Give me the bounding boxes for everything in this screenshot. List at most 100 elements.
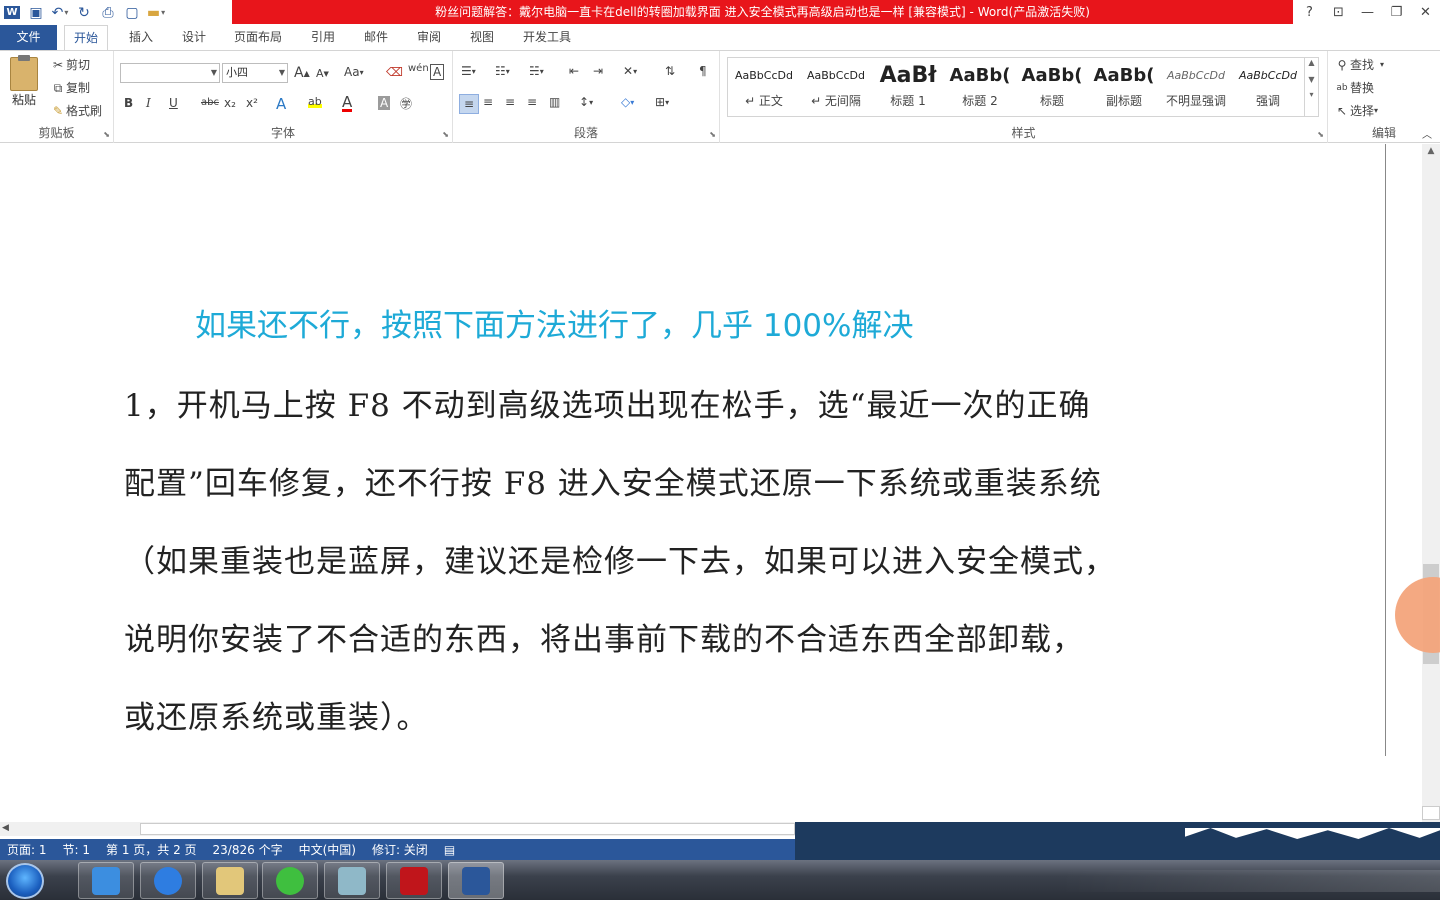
underline-button[interactable]: U (169, 96, 178, 110)
decrease-indent-icon[interactable]: ⇤ (569, 64, 579, 78)
styles-launcher-icon[interactable]: ⬊ (1317, 130, 1324, 139)
ribbon-display-button[interactable]: ⊡ (1324, 0, 1353, 24)
sort-icon[interactable]: ⇅ (665, 64, 675, 78)
style-subtle-emphasis[interactable]: AaBbCcDd 不明显强调 (1160, 58, 1232, 116)
strikethrough-button[interactable]: abc (201, 97, 219, 108)
tab-developer[interactable]: 开发工具 (514, 25, 580, 50)
font-name-combo[interactable]: ▼ (120, 63, 220, 83)
char-shading-button[interactable]: A (378, 96, 391, 110)
highlight-button[interactable]: ab (308, 95, 322, 108)
horizontal-scroll-thumb[interactable] (140, 823, 795, 835)
copy-button[interactable]: ⧉ 复制 (50, 79, 90, 96)
tab-insert[interactable]: 插入 (120, 25, 162, 50)
open-folder-icon[interactable]: ▬ ▾ (144, 2, 168, 24)
tab-page-layout[interactable]: 页面布局 (225, 25, 291, 50)
save-icon[interactable]: ▣ (24, 2, 48, 24)
grow-font-button[interactable]: A ▲ (294, 65, 310, 81)
char-border-button[interactable]: A (430, 64, 445, 80)
change-case-button[interactable]: Aa ▾ (344, 65, 364, 79)
phonetic-guide-button[interactable]: wén (408, 63, 429, 74)
show-marks-icon[interactable]: ¶ (699, 64, 707, 78)
minimize-button[interactable]: — (1353, 0, 1382, 24)
scroll-left-icon[interactable]: ◀ (2, 823, 9, 833)
style-title[interactable]: AaBb(标题 (1016, 58, 1088, 116)
print-preview-icon[interactable]: ⎙ (96, 2, 120, 24)
justify-icon[interactable]: ≡ (527, 95, 537, 109)
document-page[interactable]: 如果还不行，按照下面方法进行了，几乎 100%解决 1，开机马上按 F8 不动到… (0, 144, 1386, 822)
close-button[interactable]: ✕ (1411, 0, 1440, 24)
taskbar-notebook[interactable] (324, 862, 380, 899)
style-no-spacing[interactable]: AaBbCcDd ↵ 无间隔 (800, 58, 872, 116)
status-word-count[interactable]: 23/826 个字 (206, 841, 292, 858)
borders-icon[interactable]: ⊞ ▾ (655, 95, 669, 109)
italic-button[interactable]: I (146, 96, 151, 110)
paste-button[interactable]: 粘贴 (12, 91, 36, 108)
tab-file[interactable]: 文件 (0, 25, 57, 50)
taskbar-file-manager[interactable] (78, 862, 134, 899)
taskbar-sogou[interactable] (140, 862, 196, 899)
font-color-button[interactable]: A (342, 95, 353, 112)
superscript-button[interactable]: x² (246, 96, 258, 110)
tab-design[interactable]: 设计 (173, 25, 215, 50)
find-button[interactable]: ⚲ 查找 ▾ (1334, 56, 1384, 73)
status-track-changes[interactable]: 修订: 关闭 (365, 841, 437, 858)
chinese-layout-icon[interactable]: ✕ ▾ (623, 64, 637, 78)
tab-mailings[interactable]: 邮件 (355, 25, 397, 50)
status-pages[interactable]: 第 1 页，共 2 页 (99, 841, 206, 858)
style-heading-2[interactable]: AaBb(标题 2 (944, 58, 1016, 116)
clipboard-launcher-icon[interactable]: ⬊ (103, 130, 110, 139)
numbering-icon[interactable]: ☷ ▾ (495, 64, 510, 78)
taskbar-wechat[interactable] (262, 862, 318, 899)
style-emphasis[interactable]: AaBbCcDd 强调 (1232, 58, 1304, 116)
paragraph-launcher-icon[interactable]: ⬊ (709, 130, 716, 139)
distribute-icon[interactable]: ▥ (549, 95, 560, 109)
cut-button[interactable]: ✂ 剪切 (50, 56, 90, 73)
taskbar-explorer[interactable] (202, 862, 258, 899)
vertical-scrollbar[interactable]: ▲ (1422, 144, 1440, 822)
status-language[interactable]: 中文(中国) (292, 841, 365, 858)
more-icon[interactable]: ▾ (1305, 90, 1318, 99)
scroll-down-button[interactable] (1422, 806, 1440, 820)
redo-icon[interactable]: ↻ (72, 2, 96, 24)
styles-scroll[interactable]: ▲ ▼ ▾ (1304, 58, 1318, 116)
taskbar-autocad[interactable] (386, 862, 442, 899)
status-page[interactable]: 页面: 1 (0, 841, 56, 858)
word-app-icon[interactable]: W (0, 2, 24, 24)
format-painter-button[interactable]: ✎ 格式刷 (50, 102, 102, 119)
font-size-combo[interactable]: 小四 ▼ (222, 63, 288, 83)
new-document-icon[interactable]: ▢ (120, 2, 144, 24)
scroll-up-icon[interactable]: ▲ (1422, 146, 1440, 160)
tab-review[interactable]: 审阅 (408, 25, 450, 50)
subscript-button[interactable]: x₂ (224, 96, 236, 110)
horizontal-scrollbar[interactable]: ◀ (0, 822, 795, 836)
line-spacing-icon[interactable]: ↕ ▾ (579, 95, 593, 109)
shrink-font-button[interactable]: A ▼ (316, 67, 329, 80)
collapse-ribbon-icon[interactable]: ︿ (1422, 126, 1432, 141)
increase-indent-icon[interactable]: ⇥ (593, 64, 603, 78)
align-left-icon[interactable]: ≡ (459, 94, 479, 114)
font-launcher-icon[interactable]: ⬊ (442, 130, 449, 139)
restore-button[interactable]: ❐ (1382, 0, 1411, 24)
shading-icon[interactable]: ◇ ▾ (621, 95, 634, 109)
help-button[interactable]: ? (1295, 0, 1324, 24)
select-button[interactable]: ↖ 选择 ▾ (1334, 102, 1378, 119)
clear-format-icon[interactable]: ⌫ (386, 65, 403, 79)
style-normal[interactable]: AaBbCcDd ↵ 正文 (728, 58, 800, 116)
tab-references[interactable]: 引用 (302, 25, 344, 50)
taskbar-word[interactable] (448, 862, 504, 899)
text-effects-button[interactable]: A (276, 95, 286, 113)
style-subtitle[interactable]: AaBb(副标题 (1088, 58, 1160, 116)
status-section[interactable]: 节: 1 (56, 841, 100, 858)
macro-record-icon[interactable]: ▤ (437, 843, 464, 857)
undo-icon[interactable]: ↶ ▾ (48, 2, 72, 24)
align-right-icon[interactable]: ≡ (505, 95, 515, 109)
start-button[interactable] (6, 863, 44, 899)
paste-icon[interactable] (10, 55, 38, 91)
tab-home[interactable]: 开始 (64, 25, 109, 51)
chevron-down-icon[interactable]: ▼ (1305, 75, 1318, 84)
style-heading-1[interactable]: AaBł 标题 1 (872, 58, 944, 116)
enclose-char-button[interactable]: ㊫ (400, 95, 412, 112)
tab-view[interactable]: 视图 (461, 25, 503, 50)
multilevel-list-icon[interactable]: ☵ ▾ (529, 64, 544, 78)
replace-button[interactable]: ab 替换 (1334, 79, 1374, 96)
